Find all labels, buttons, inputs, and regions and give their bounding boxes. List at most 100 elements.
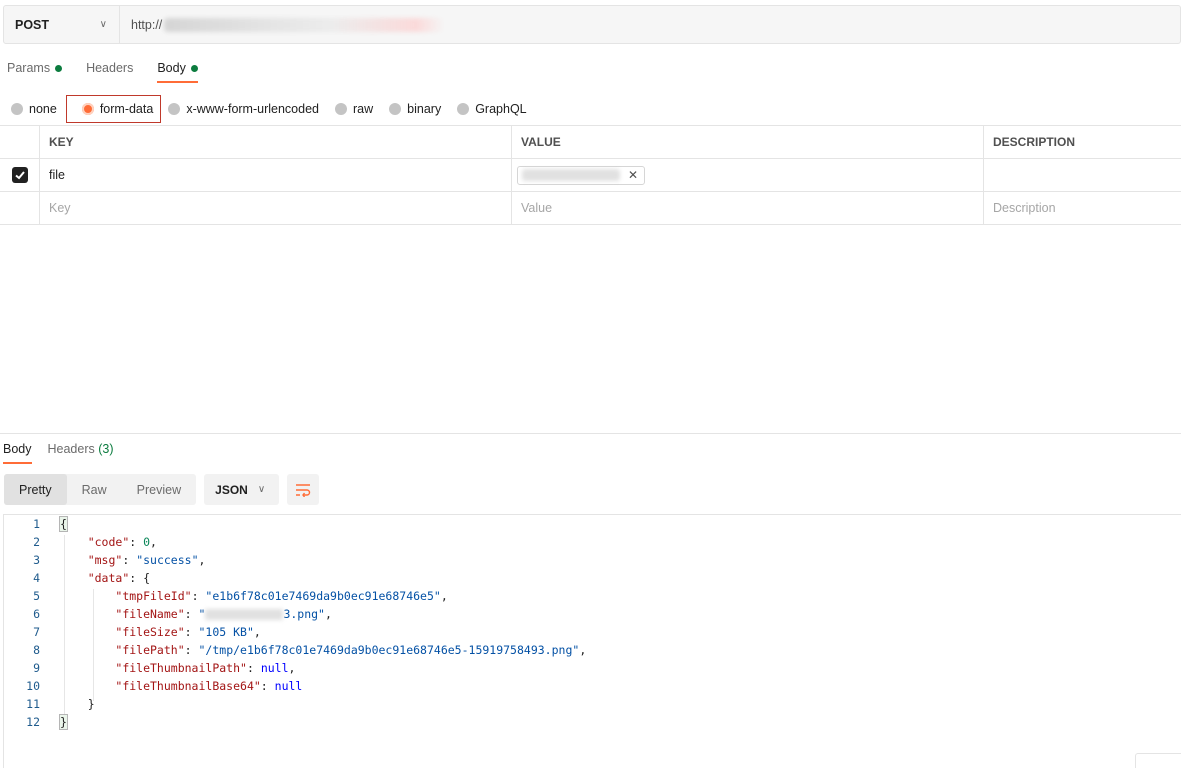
check-icon — [14, 171, 25, 180]
format-select[interactable]: JSON ∨ — [204, 474, 280, 505]
column-header-key: KEY — [40, 126, 512, 158]
open-brace: { — [59, 516, 68, 532]
method-select[interactable]: POST ∨ — [4, 6, 120, 43]
json-key-filethumbnailpath: "fileThumbnailPath" — [115, 661, 247, 675]
radio-graphql[interactable]: GraphQL — [457, 100, 527, 118]
method-label: POST — [15, 17, 50, 32]
json-value-code: 0 — [143, 535, 151, 549]
json-value-filename-end: 3.png" — [283, 607, 325, 621]
request-url-bar: POST ∨ http:// — [3, 5, 1181, 44]
url-input[interactable]: http:// — [120, 6, 1180, 43]
code-line: 1 { — [4, 515, 68, 533]
body-dot-icon — [190, 64, 198, 72]
radio-graphql-circle-icon — [457, 103, 470, 115]
format-label: JSON — [215, 482, 248, 497]
column-header-value: VALUE — [512, 126, 984, 158]
line-number: 11 — [26, 697, 40, 711]
wrap-lines-button[interactable] — [287, 474, 320, 505]
view-pretty-button[interactable]: Pretty — [4, 474, 67, 505]
row-key-text: file — [49, 168, 65, 182]
json-value-filepath: "/tmp/e1b6f78c01e7469da9b0ec91e68746e5-1… — [198, 643, 580, 657]
value-input[interactable]: Value — [512, 192, 984, 224]
code-line: 5 "tmpFileId": "e1b6f78c01e7469da9b0ec91… — [4, 587, 448, 605]
response-tab-body-label: Body — [3, 442, 32, 456]
selected-file-chip[interactable]: ✕ — [517, 165, 646, 185]
table-row-empty: Key Value Description — [0, 192, 1181, 225]
form-data-table: KEY VALUE DESCRIPTION file ✕ Key Value D… — [0, 125, 1181, 225]
row-key-cell[interactable]: file — [40, 159, 512, 191]
json-value-filesize: "105 KB" — [198, 625, 254, 639]
response-view-toolbar: Pretty Raw Preview JSON ∨ — [4, 474, 320, 505]
row-description-cell[interactable] — [984, 159, 1181, 191]
remove-file-icon[interactable]: ✕ — [628, 168, 638, 182]
radio-urlencoded-circle-icon — [168, 103, 181, 115]
line-number: 9 — [33, 661, 40, 675]
line-number: 2 — [33, 535, 40, 549]
response-tabs: Body Headers (3) — [3, 442, 114, 464]
radio-binary-label: binary — [407, 102, 442, 116]
chevron-down-icon: ∨ — [99, 19, 107, 30]
header-checkbox-cell — [0, 126, 40, 158]
code-line: 8 "filePath": "/tmp/e1b6f78c01e7469da9b0… — [4, 641, 586, 659]
tab-body-label: Body — [157, 61, 186, 75]
tab-headers[interactable]: Headers — [86, 61, 133, 83]
row-enabled-checkbox[interactable] — [11, 167, 28, 183]
radio-raw-label: raw — [353, 102, 374, 116]
line-number: 3 — [33, 553, 40, 567]
radio-graphql-label: GraphQL — [475, 102, 527, 116]
code-line: 4 "data": { — [4, 569, 150, 587]
line-number: 10 — [26, 679, 40, 693]
radio-urlencoded-label: x-www-form-urlencoded — [186, 102, 319, 116]
line-number: 7 — [33, 625, 40, 639]
radio-x-www-form-urlencoded[interactable]: x-www-form-urlencoded — [168, 100, 319, 118]
json-key-filename: "fileName" — [115, 607, 185, 621]
radio-form-data-circle-icon — [81, 103, 94, 115]
file-name-redacted — [522, 169, 620, 181]
json-value-filethumbnailpath: null — [260, 661, 289, 675]
response-divider[interactable] — [0, 433, 1181, 434]
body-type-selector: none form-data x-www-form-urlencoded raw… — [11, 95, 543, 123]
filename-redacted — [205, 609, 284, 620]
json-key-filethumbnailbase64: "fileThumbnailBase64" — [115, 679, 261, 693]
tab-params[interactable]: Params — [7, 61, 63, 83]
json-key-code: "code" — [87, 535, 130, 549]
json-value-tmpfileid: "e1b6f78c01e7469da9b0ec91e68746e5" — [205, 589, 441, 603]
radio-none[interactable]: none — [11, 100, 57, 118]
response-body-editor[interactable]: 1 { 2 "code": 0, 3 "msg": "success", 4 "… — [3, 514, 1181, 768]
radio-raw[interactable]: raw — [335, 100, 373, 118]
radio-binary[interactable]: binary — [389, 100, 441, 118]
code-line: 9 "fileThumbnailPath": null, — [4, 659, 295, 677]
wrap-lines-icon — [296, 483, 311, 497]
view-preview-button[interactable]: Preview — [122, 474, 196, 505]
code-line: 7 "fileSize": "105 KB", — [4, 623, 261, 641]
response-tab-headers-label: Headers — [47, 442, 95, 456]
json-key-filesize: "fileSize" — [115, 625, 185, 639]
line-number: 6 — [33, 607, 40, 621]
tab-headers-label: Headers — [86, 61, 134, 75]
column-header-description: DESCRIPTION — [993, 135, 1076, 149]
chevron-down-icon: ∨ — [257, 484, 266, 495]
line-number: 1 — [33, 517, 40, 531]
code-line: 10 "fileThumbnailBase64": null — [4, 677, 302, 695]
radio-form-data-label: form-data — [99, 102, 154, 116]
row-value-cell[interactable]: ✕ — [512, 159, 984, 191]
code-line: 11 } — [4, 695, 95, 713]
description-input[interactable]: Description — [984, 192, 1181, 224]
key-input[interactable]: Key — [40, 192, 512, 224]
row-checkbox-cell — [0, 159, 40, 191]
code-line: 12 } — [4, 713, 68, 731]
view-raw-button[interactable]: Raw — [67, 474, 122, 505]
response-tab-headers[interactable]: Headers (3) — [48, 442, 114, 464]
table-row: file ✕ — [0, 159, 1181, 192]
url-redacted — [164, 17, 445, 32]
code-line: 2 "code": 0, — [4, 533, 157, 551]
view-mode-segment: Pretty Raw Preview — [4, 474, 197, 505]
radio-none-label: none — [29, 102, 57, 116]
tab-body[interactable]: Body — [157, 61, 198, 83]
close-brace: } — [59, 714, 68, 730]
json-key-data: "data" — [87, 571, 130, 585]
line-number: 5 — [33, 589, 40, 603]
editor-corner-widget[interactable] — [1135, 753, 1181, 768]
response-tab-body[interactable]: Body — [3, 442, 32, 464]
radio-form-data[interactable]: form-data — [65, 95, 162, 123]
